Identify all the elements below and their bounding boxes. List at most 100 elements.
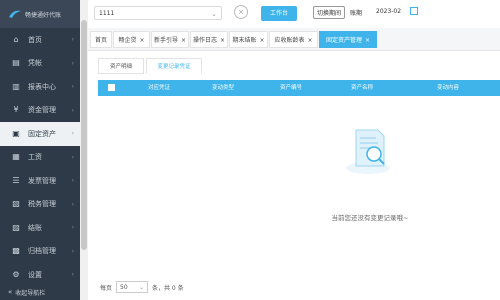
tax-icon: ▧ [12,199,20,209]
calendar-icon[interactable] [410,7,418,15]
page-tabs: 首页 畅企贷 × 新手引导 × 操作日志 × 期末结账 × 应收账龄表 × 固定资产管理 × [88,28,500,51]
tab-1[interactable]: 畅企贷 × [113,31,150,48]
tab-5[interactable]: 应收账龄表 × [269,31,318,48]
top-bar: 1111 ⌄ × 工作台 切换期间 账期 2023-02 [88,0,500,29]
subtab-1[interactable]: 变更记录凭证 [146,58,202,74]
close-icon[interactable]: × [181,37,186,44]
chevron-down-icon: ⌄ [211,10,217,18]
sidebar-item-9[interactable]: ▩ 归档管理 › [0,240,80,264]
empty-message: 当前您还没有变更记录哦~ [331,214,409,222]
tab-label: 畅企贷 [118,37,137,44]
account-value: 1111 [99,10,115,17]
chevron-right-icon: › [71,59,74,67]
payroll-icon: ▦ [12,152,20,162]
pager-prefix: 每页 [100,284,113,292]
subtab-0[interactable]: 资产明细 [98,58,144,74]
tab-3[interactable]: 操作日志 × [190,31,228,48]
sidebar-item-3[interactable]: ¥ 资金管理 › [0,99,80,123]
select-all-checkbox[interactable] [108,84,115,91]
sidebar-scroll-thumb[interactable] [81,20,87,250]
tab-label: 操作日志 [192,37,217,44]
chevron-right-icon: › [71,177,74,185]
chevron-right-icon: › [71,106,74,114]
sidebar-item-label: 资金管理 [28,106,56,115]
chevron-right-icon: › [71,36,74,44]
page-size-value: 50 [120,284,128,291]
sidebar-item-label: 凭帐 [28,59,42,68]
collapse-icon: « [8,288,13,296]
home-icon: ⌂ [13,34,19,44]
empty-document-icon [346,129,390,174]
sidebar-item-0[interactable]: ⌂ 首页 › [0,28,80,52]
sidebar-item-label: 结账 [28,223,42,232]
column-header-2[interactable]: 资产编号 [256,80,326,96]
settings-icon: ⚙ [12,269,20,279]
close-icon[interactable]: × [307,37,312,44]
chevron-right-icon: › [71,200,74,208]
sidebar-item-4[interactable]: ▣ 固定资产 › [0,122,80,146]
account-select[interactable]: 1111 ⌄ [94,6,222,20]
sidebar-item-10[interactable]: ⚙ 设置 › [0,263,80,287]
switch-period-button[interactable]: 切换期间 [313,6,345,19]
sidebar-item-label: 归档管理 [28,247,56,256]
money-icon: ¥ [13,105,19,115]
period-icon: ▩ [12,246,20,256]
sidebar-item-2[interactable]: ▥ 报表中心 › [0,75,80,99]
sidebar-item-label: 税务管理 [28,200,56,209]
sidebar-item-8[interactable]: ▨ 结账 › [0,216,80,240]
collapse-nav-label: 收起导航栏 [15,289,46,297]
sidebar: 畅捷通好代账 ⌂ 首页 › ▤ 凭帐 › ▥ 报表中心 › ¥ 资金管理 › ▣ 固定资产 › ▦ 工资 › ☰ 发票… [0,0,80,300]
assets-icon: ▣ [12,128,20,138]
chevron-down-icon: ⌄ [138,284,145,291]
logo-icon [9,10,21,18]
page-size-select[interactable]: 50 ⌄ [116,281,149,293]
sidebar-item-1[interactable]: ▤ 凭帐 › [0,52,80,76]
pagination: 每页 50 ⌄ 条，共 0 条 [100,280,184,294]
column-header-0[interactable]: 对应凭证 [128,80,190,96]
tab-label: 期末结账 [232,37,257,44]
tab-6[interactable]: 固定资产管理 × [319,31,377,48]
chevron-right-icon: › [71,271,74,279]
chevron-right-icon: › [71,83,74,91]
sidebar-item-label: 固定资产 [28,129,56,138]
sidebar-item-label: 设置 [28,270,42,279]
workbench-button[interactable]: 工作台 [261,6,297,21]
close-icon[interactable]: × [139,37,144,44]
column-header-1[interactable]: 变动类型 [190,80,256,96]
tab-4[interactable]: 期末结账 × [229,31,268,48]
tab-2[interactable]: 新手引导 × [151,31,189,48]
sidebar-item-label: 工资 [28,153,42,162]
sidebar-item-7[interactable]: ▧ 税务管理 › [0,193,80,217]
tab-label: 固定资产管理 [325,37,362,44]
column-header-4[interactable]: 变动内容 [398,80,498,96]
sidebar-item-label: 发票管理 [28,176,56,185]
tab-label: 新手引导 [153,37,178,44]
chevron-right-icon: › [71,247,74,255]
column-header-3[interactable]: 资产名称 [326,80,398,96]
period-label: 账期 [350,10,363,17]
collapse-nav-button[interactable]: « 收起导航栏 [0,284,80,300]
sidebar-menu: ⌂ 首页 › ▤ 凭帐 › ▥ 报表中心 › ¥ 资金管理 › ▣ 固定资产 › ▦ 工资 › ☰ 发票管理 › ▧ 税务管… [0,28,80,287]
table-header: 对应凭证 变动类型 资产编号 资产名称 变动内容 [98,80,500,96]
chevron-right-icon: › [71,130,74,138]
settlement-icon: ▨ [12,222,20,232]
app-logo[interactable]: 畅捷通好代账 [0,0,80,28]
clear-icon[interactable]: × [234,5,248,19]
close-icon[interactable]: × [259,37,264,44]
tab-label: 应收账龄表 [274,37,305,44]
invoice-icon: ☰ [12,175,20,185]
tab-label: 首页 [94,37,107,44]
sidebar-item-5[interactable]: ▦ 工资 › [0,146,80,170]
close-icon[interactable]: × [220,37,225,44]
chevron-right-icon: › [71,153,74,161]
tab-0[interactable]: 首页 [90,31,112,48]
sidebar-item-6[interactable]: ☰ 发票管理 › [0,169,80,193]
sidebar-item-label: 首页 [28,35,42,44]
period-value[interactable]: 2023-02 [376,8,401,15]
close-icon[interactable]: × [365,37,370,44]
report-icon: ▥ [12,81,20,91]
chevron-right-icon: › [71,224,74,232]
sidebar-item-label: 报表中心 [28,82,56,91]
document-icon: ▤ [12,58,20,68]
pager-suffix: 条，共 0 条 [152,284,184,292]
